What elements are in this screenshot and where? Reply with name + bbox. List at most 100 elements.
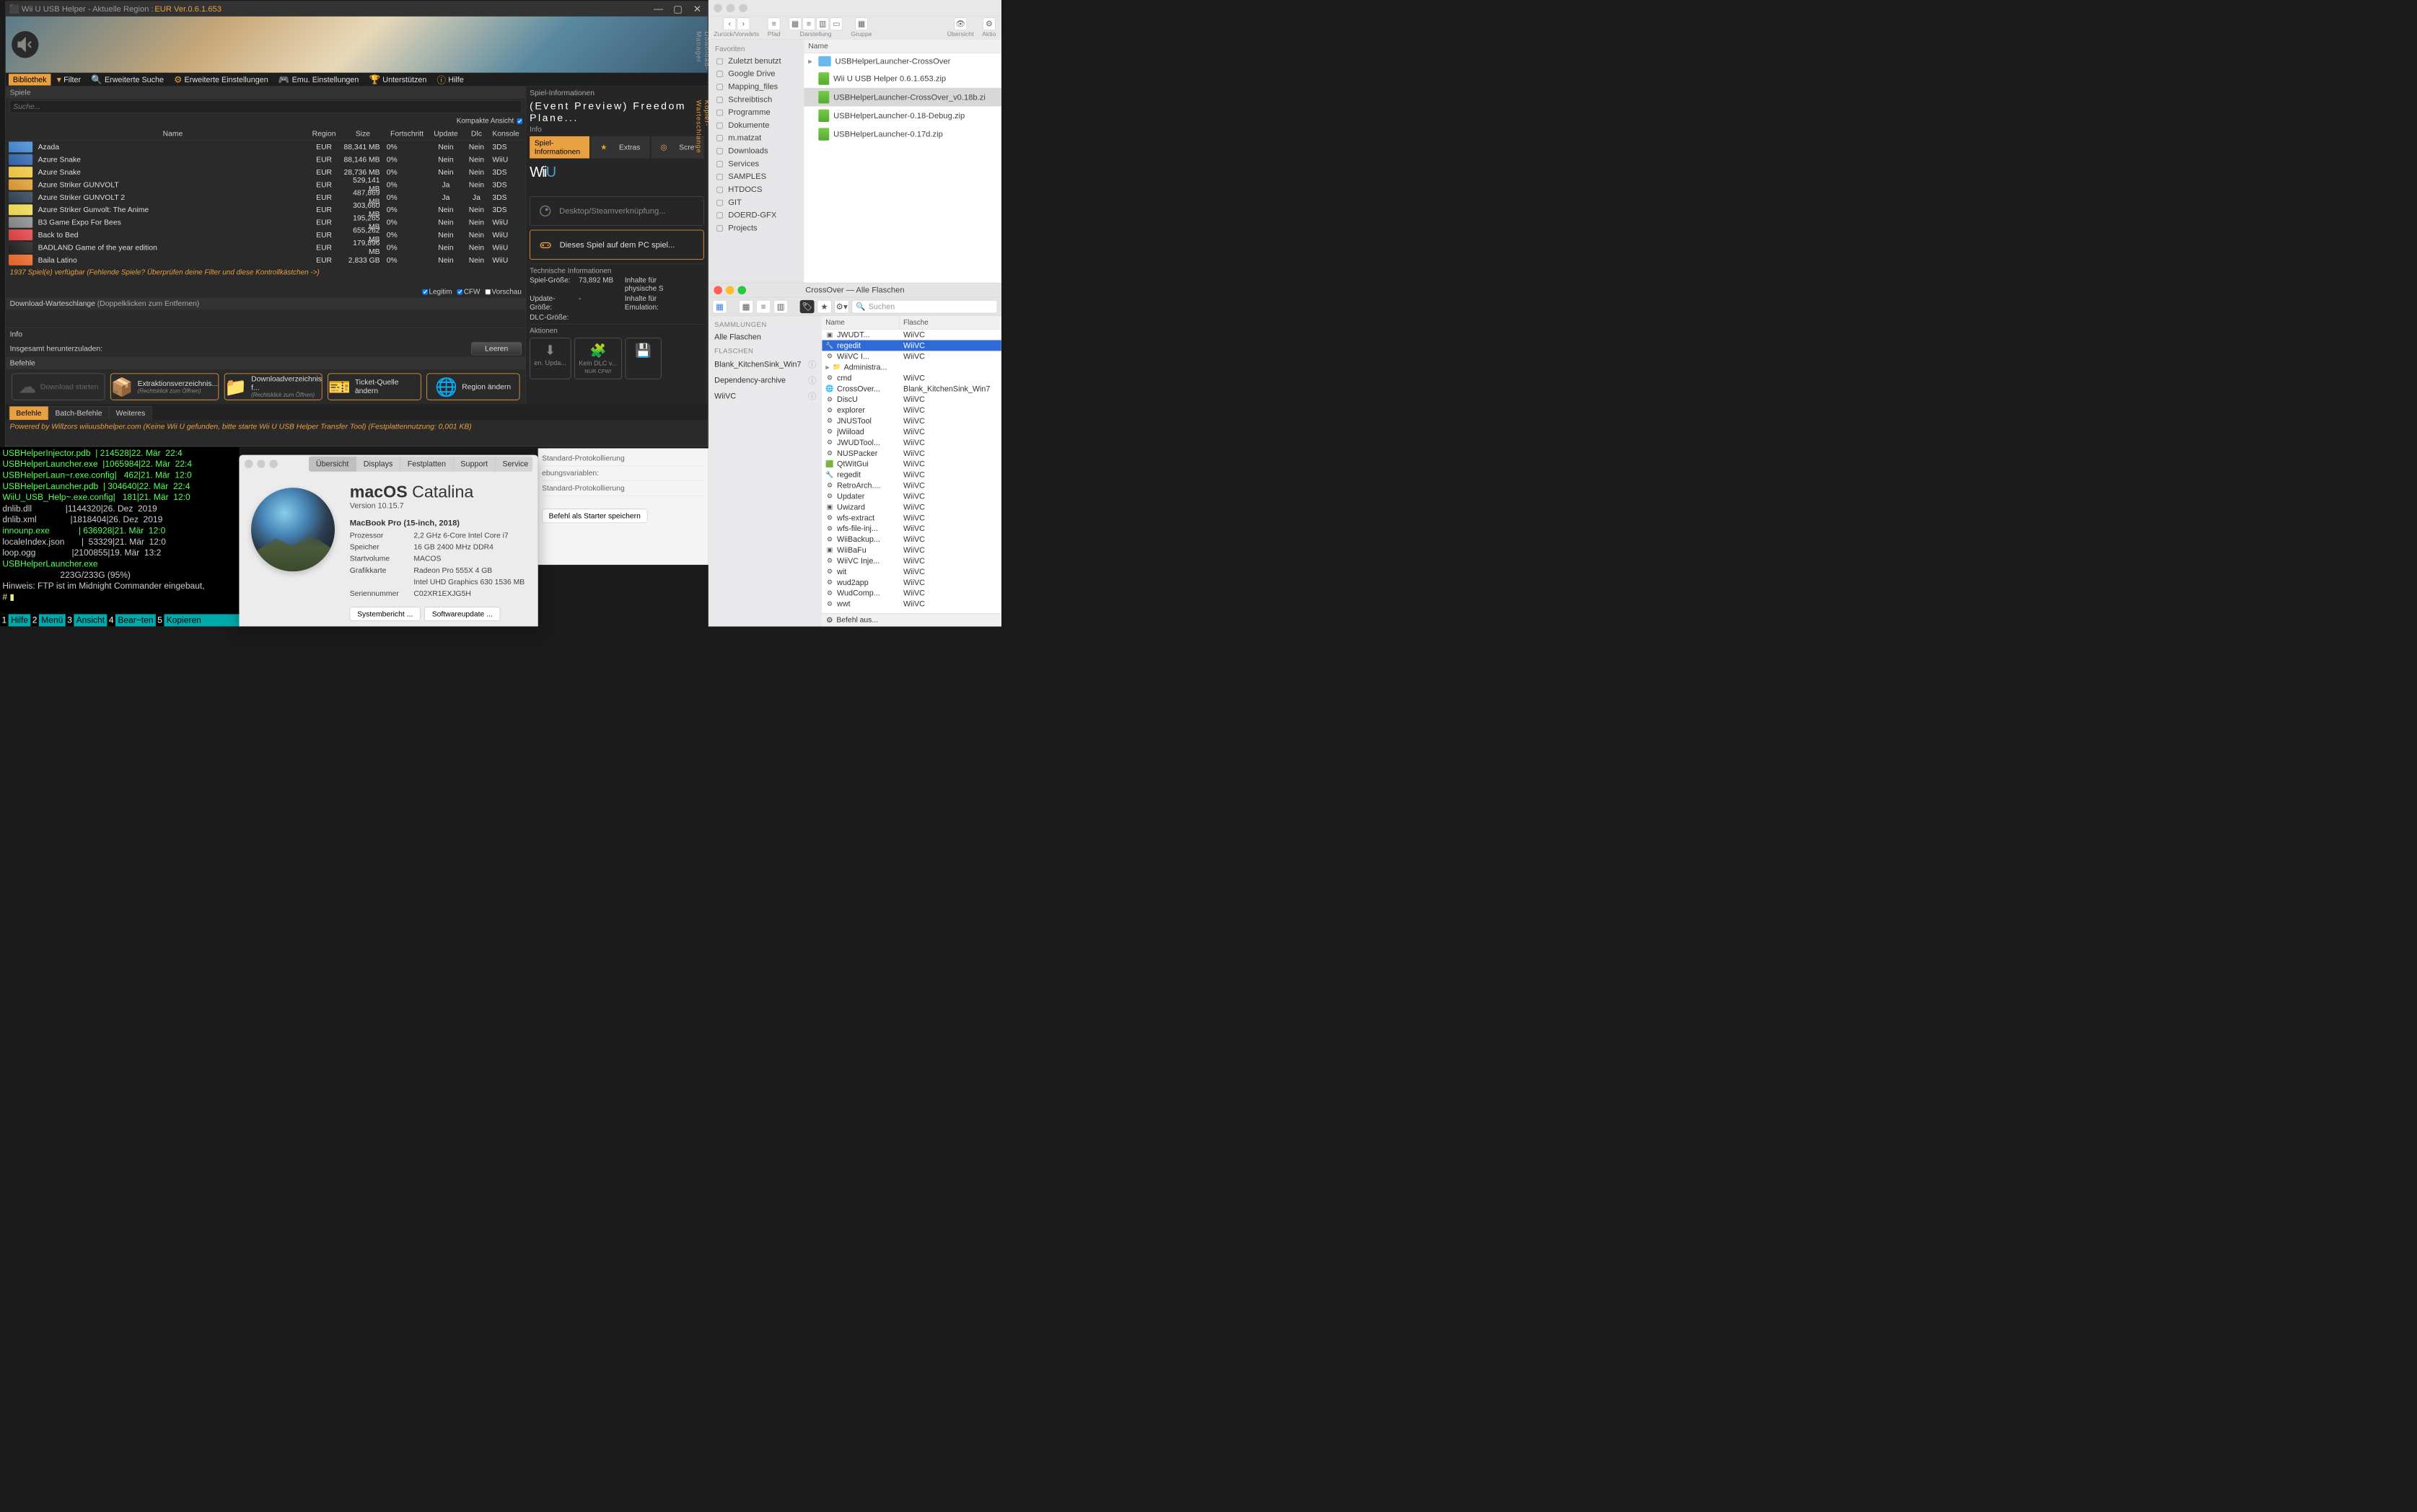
program-row[interactable]: ⚙witWiiVC: [822, 566, 1001, 577]
file-row[interactable]: Wii U USB Helper 0.6.1.653.zip: [804, 69, 1001, 88]
footer-tab-batch[interactable]: Batch-Befehle: [48, 406, 109, 420]
game-row[interactable]: Azure Striker GUNVOLTEUR 529,141 MB0% Ja…: [6, 178, 526, 190]
tab-emu-einstellungen[interactable]: 🎮Emu. Einstellungen: [274, 73, 363, 86]
aktion-update[interactable]: ⬇en. Upda...: [530, 338, 571, 379]
sidebar-item[interactable]: ▢HTDOCS: [709, 183, 804, 196]
menu-label[interactable]: Hilfe: [9, 614, 31, 626]
minimize-button[interactable]: —: [652, 4, 665, 15]
game-row[interactable]: Azure Striker Gunvolt: The AnimeEUR 303,…: [6, 203, 526, 216]
game-row[interactable]: B3 Game Expo For BeesEUR 195,265 MB0% Ne…: [6, 216, 526, 229]
game-table[interactable]: Name Region Size Fortschritt Update Dlc …: [6, 127, 526, 286]
file-row[interactable]: ▸USBHelperLauncher-CrossOver: [804, 53, 1001, 69]
about-tab[interactable]: Service: [495, 456, 532, 471]
tab-hilfe[interactable]: ⓘHilfe: [433, 71, 468, 87]
view-gallery-button[interactable]: ▭: [830, 17, 842, 30]
cfw-check[interactable]: CFW: [458, 288, 481, 296]
tab-unterstuetzen[interactable]: 🏆Unterstützen: [365, 73, 431, 86]
menu-label[interactable]: Ansicht: [74, 614, 107, 626]
titlebar[interactable]: ⬛ Wii U USB Helper - Aktuelle Region : E…: [6, 1, 708, 17]
bottle-item[interactable]: Blank_KitchenSink_Win7ⓘ: [709, 356, 822, 372]
program-row[interactable]: ⚙jWiiloadWiiVC: [822, 426, 1001, 437]
column-name[interactable]: Name: [822, 316, 900, 329]
extraktionsverzeichnis-button[interactable]: 📦Extraktionsverzeichnis...(Rechtsklick z…: [110, 373, 219, 400]
maximize-button[interactable]: ▢: [671, 4, 685, 15]
program-row[interactable]: ⚙explorerWiiVC: [822, 405, 1001, 416]
vorschau-check[interactable]: Vorschau: [486, 288, 522, 296]
program-row[interactable]: ⚙NUSPackerWiiVC: [822, 448, 1001, 459]
sidebar-item[interactable]: ▢m.matzat: [709, 131, 804, 144]
menu-number[interactable]: 1: [0, 614, 9, 626]
footer-tab-weiteres[interactable]: Weiteres: [109, 406, 152, 420]
search-input[interactable]: [10, 100, 522, 113]
sidebar-item[interactable]: ▢Projects: [709, 221, 804, 234]
terminal-window[interactable]: USBHelperInjector.pdb | 214528|22. Mär 2…: [0, 447, 239, 627]
zoom-dot[interactable]: [737, 286, 746, 294]
menu-number[interactable]: 4: [107, 614, 115, 626]
forward-button[interactable]: ›: [737, 17, 750, 30]
game-row[interactable]: Azure SnakeEUR 28,736 MB0% NeinNein3DS: [6, 166, 526, 178]
program-row[interactable]: 🔧regeditWiiVC: [822, 469, 1001, 480]
path-button[interactable]: ≡: [768, 17, 780, 30]
favorite-button[interactable]: ★: [817, 300, 832, 313]
download-starten-button[interactable]: ☁Download starten: [12, 373, 105, 400]
program-row[interactable]: ⚙wwtWiiVC: [822, 598, 1001, 609]
bottle-item[interactable]: Dependency-archiveⓘ: [709, 372, 822, 388]
zoom-dot[interactable]: [739, 4, 747, 12]
befehl-starter-button[interactable]: Befehl als Starter speichern: [542, 509, 647, 523]
program-row[interactable]: ⚙JWUDTool...WiiVC: [822, 437, 1001, 448]
program-row[interactable]: ⚙WudComp...WiiVC: [822, 588, 1001, 599]
gear-icon[interactable]: ⚙: [826, 615, 833, 624]
program-row[interactable]: 🔧regeditWiiVC: [822, 340, 1001, 351]
sidebar-item[interactable]: ▢Downloads: [709, 144, 804, 157]
menu-number[interactable]: 5: [156, 614, 165, 626]
aktion-sd[interactable]: 💾: [626, 338, 662, 379]
view-icon-button[interactable]: ▦: [739, 300, 753, 313]
file-row[interactable]: USBHelperLauncher-CrossOver_v0.18b.zi: [804, 88, 1001, 107]
sidebar-item[interactable]: ▢Mapping_files: [709, 80, 804, 93]
tab-bibliothek[interactable]: Bibliothek: [9, 74, 51, 85]
program-row[interactable]: ⚙wfs-file-inj...WiiVC: [822, 523, 1001, 534]
close-button[interactable]: ✕: [690, 4, 704, 15]
info-icon[interactable]: ⓘ: [808, 390, 816, 401]
close-dot[interactable]: [245, 460, 253, 468]
tab-spiel-informationen[interactable]: Spiel-Informationen: [530, 136, 589, 159]
tab-filter[interactable]: ▾Filter: [53, 73, 85, 86]
about-tab[interactable]: Übersicht: [309, 456, 356, 471]
back-button[interactable]: ‹: [724, 17, 736, 30]
program-row[interactable]: 🌐CrossOver...Blank_KitchenSink_Win7: [822, 383, 1001, 394]
finder-main[interactable]: Name ▸USBHelperLauncher-CrossOverWii U U…: [804, 40, 1001, 283]
sidebar-item[interactable]: ▢Schreibtisch: [709, 93, 804, 106]
alle-flaschen[interactable]: Alle Flaschen: [709, 330, 822, 343]
tab-extras[interactable]: ★Extras: [591, 136, 650, 159]
aktion-dlc[interactable]: 🧩Kein DLC v...NUR CFW!: [574, 338, 621, 379]
sidebar-item[interactable]: ▢Services: [709, 157, 804, 170]
program-row[interactable]: ▣UwizardWiiVC: [822, 501, 1001, 512]
game-row[interactable]: Back to BedEUR 655,262 MB0% NeinNeinWiiU: [6, 229, 526, 241]
desktop-steam-button[interactable]: Desktop/Steamverknüpfung...: [530, 196, 704, 226]
region-aendern-button[interactable]: 🌐Region ändern: [426, 373, 519, 400]
about-tab[interactable]: Festplatten: [400, 456, 454, 471]
softwareupdate-button[interactable]: Softwareupdate ...: [424, 607, 500, 620]
program-row[interactable]: ⚙JNUSToolWiiVC: [822, 416, 1001, 426]
crossover-titlebar[interactable]: CrossOver — Alle Flaschen: [709, 283, 1001, 297]
sidebar-item[interactable]: ▢Zuletzt benutzt: [709, 54, 804, 67]
legitim-check[interactable]: Legitim: [424, 288, 452, 296]
program-row[interactable]: ▣JWUDT...WiiVC: [822, 330, 1001, 340]
crossover-main[interactable]: Name Flasche ▣JWUDT...WiiVC🔧regeditWiiVC…: [822, 316, 1001, 626]
sidebar-item[interactable]: ▢DOERD-GFX: [709, 208, 804, 221]
downloadverzeichnis-button[interactable]: 📁Downloadverzeichnis f...(Rechtsklick zu…: [224, 373, 323, 400]
mute-icon[interactable]: [12, 31, 38, 58]
file-row[interactable]: USBHelperLauncher-0.18-Debug.zip: [804, 106, 1001, 125]
zoom-dot[interactable]: [269, 460, 277, 468]
kompakte-checkbox[interactable]: [517, 118, 522, 124]
close-dot[interactable]: [714, 4, 722, 12]
finder-titlebar[interactable]: [709, 0, 1001, 16]
sidebar-item[interactable]: ▢Dokumente: [709, 118, 804, 131]
systembericht-button[interactable]: Systembericht ...: [350, 607, 421, 620]
sidebar-item[interactable]: ▢Google Drive: [709, 67, 804, 80]
view-column-button[interactable]: ▥: [816, 17, 828, 30]
ticket-quelle-button[interactable]: 🎫Ticket-Quelle ändern: [328, 373, 421, 400]
program-row[interactable]: ⚙WiiVC I...WiiVC: [822, 351, 1001, 361]
program-row[interactable]: ⚙wfs-extractWiiVC: [822, 512, 1001, 523]
menu-label[interactable]: Menü: [39, 614, 66, 626]
